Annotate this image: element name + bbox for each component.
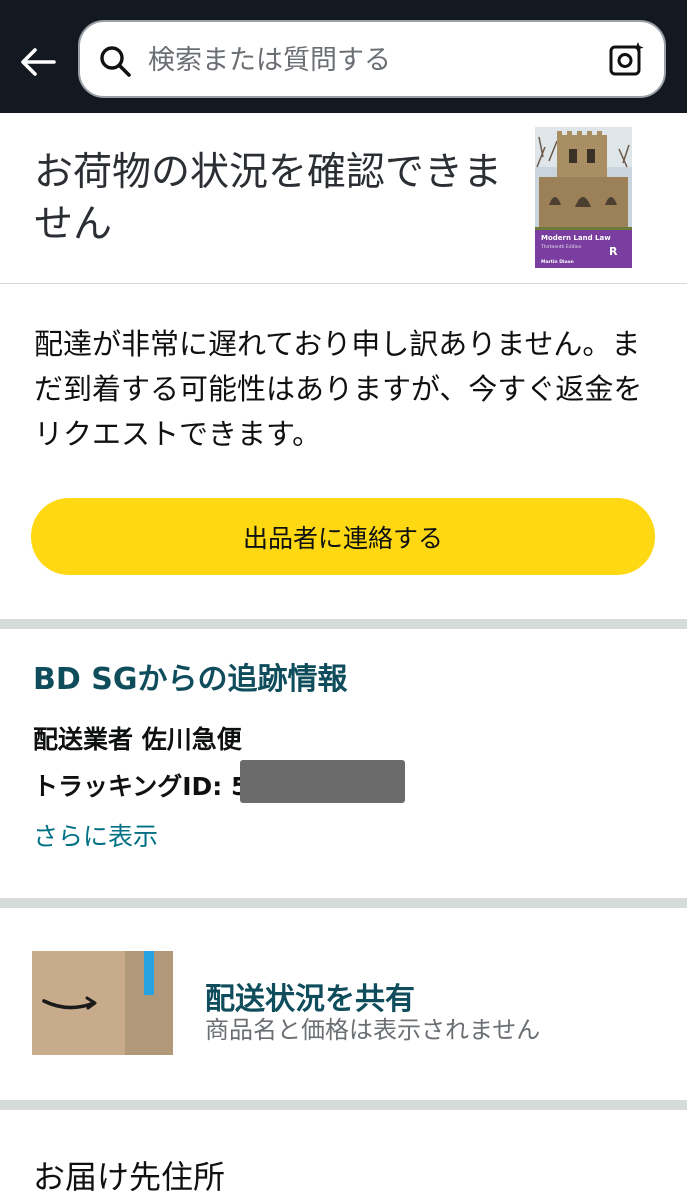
tracking-section-title: BD SGからの追跡情報 [33, 662, 348, 697]
share-subtitle: 商品名と価格は表示されません [205, 1016, 541, 1044]
top-nav-bar [0, 0, 687, 113]
search-input[interactable] [146, 36, 590, 84]
book-cover-image: Modern Land Law Thirteenth Edition Marti… [535, 127, 632, 268]
book-cover-author: Martin Dixon [541, 259, 574, 265]
delay-notice-text: 配達が非常に遅れており申し訳ありません。まだ到着する可能性はありますが、今すぐ返… [34, 327, 643, 451]
amazon-box-icon [32, 951, 173, 1055]
book-cover-title: Modern Land Law [541, 234, 611, 242]
carrier-info: 配送業者 佐川急便 [33, 725, 242, 754]
camera-icon[interactable] [608, 40, 646, 78]
book-cover-edition: Thirteenth Edition [540, 244, 582, 250]
section-divider [0, 898, 687, 908]
publisher-logo: R [609, 245, 618, 258]
delivery-address-heading: お届け先住所 [33, 1158, 226, 1196]
section-divider [0, 1100, 687, 1110]
share-tracking-row[interactable]: 配送状況を共有 商品名と価格は表示されません [0, 910, 687, 1100]
redaction-bar [240, 760, 405, 803]
tracking-id: トラッキングID: 5 1 [33, 772, 275, 801]
show-more-link[interactable]: さらに表示 [33, 817, 158, 853]
status-title: お荷物の状況を確認できません [34, 150, 503, 247]
section-divider [0, 619, 687, 629]
back-button[interactable] [14, 38, 62, 86]
contact-seller-button[interactable]: 出品者に連絡する [31, 498, 655, 575]
search-bar[interactable] [78, 20, 666, 98]
back-arrow-icon [21, 48, 56, 76]
search-icon [100, 46, 131, 77]
product-thumbnail[interactable]: Modern Land Law Thirteenth Edition Marti… [535, 127, 632, 268]
